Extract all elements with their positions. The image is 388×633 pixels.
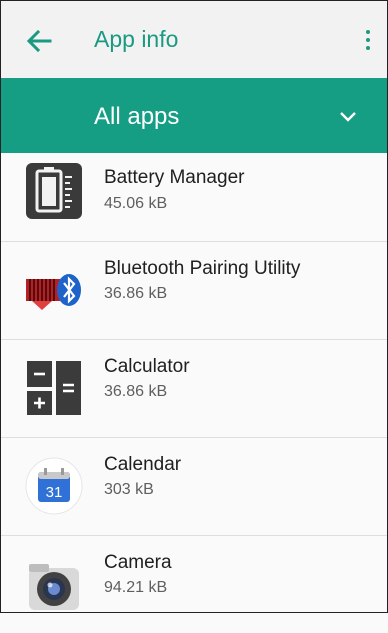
calendar-icon: 31 [25, 457, 83, 515]
list-item-battery-manager[interactable]: Battery Manager 45.06 kB [0, 153, 388, 242]
battery-manager-icon [26, 163, 82, 219]
app-list: Battery Manager 45.06 kB Bluetooth Pairi… [0, 153, 388, 633]
chevron-down-icon [340, 112, 356, 122]
camera-icon [29, 564, 79, 610]
calendar-day-number: 31 [46, 484, 63, 501]
app-name: Camera [104, 552, 172, 573]
list-item-calendar[interactable]: 31 Calendar 303 kB [0, 438, 388, 536]
app-size: 36.86 kB [104, 383, 168, 400]
list-item-calculator[interactable]: Calculator 36.86 kB [0, 340, 388, 438]
app-name: Calculator [104, 356, 190, 377]
app-size: 303 kB [104, 481, 154, 498]
calculator-icon [27, 361, 81, 415]
bluetooth-pairing-icon [26, 274, 81, 310]
app-size: 36.86 kB [104, 285, 168, 302]
app-size: 45.06 kB [104, 195, 168, 212]
filter-label: All apps [94, 103, 180, 130]
page-title: App info [94, 26, 179, 52]
app-size: 94.21 kB [104, 579, 168, 596]
list-item-bluetooth-pairing-utility[interactable]: Bluetooth Pairing Utility 36.86 kB [0, 242, 388, 340]
app-bar: App info [0, 0, 388, 78]
arrow-left-icon[interactable] [24, 26, 54, 56]
app-filter-dropdown[interactable]: All apps [0, 78, 388, 153]
list-item-camera[interactable]: Camera 94.21 kB [0, 536, 388, 633]
more-vert-icon[interactable] [364, 30, 372, 54]
app-name: Battery Manager [104, 167, 245, 188]
app-name: Calendar [104, 454, 182, 475]
app-name: Bluetooth Pairing Utility [104, 258, 301, 279]
